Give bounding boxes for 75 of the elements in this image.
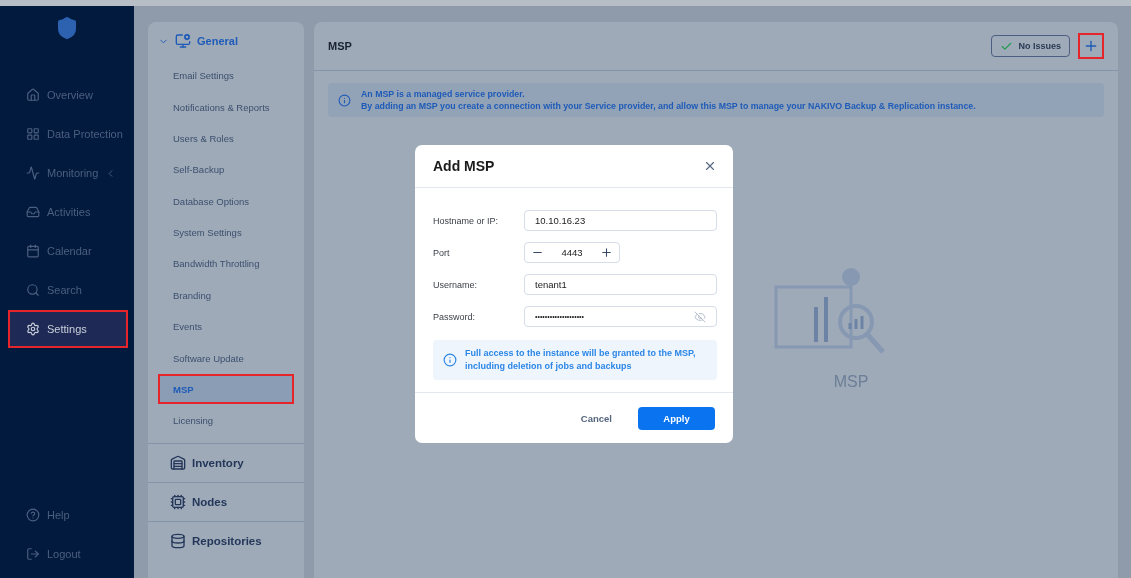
line-chart-icon: [26, 166, 40, 180]
sidebar-item[interactable]: Search: [10, 273, 126, 307]
logout-icon: [26, 547, 40, 561]
status-badge[interactable]: No Issues: [991, 35, 1070, 57]
nav-item[interactable]: Notifications & Reports: [160, 94, 292, 121]
plus-icon: [1083, 38, 1099, 54]
nav-item[interactable]: System Settings: [160, 219, 292, 246]
field-label: Password:: [433, 311, 477, 322]
sidebar-item[interactable]: Activities: [10, 195, 126, 229]
sidebar-item[interactable]: Calendar: [10, 234, 126, 268]
field-label: Hostname or IP:: [433, 215, 500, 226]
sidebar-item[interactable]: Data Protection: [10, 117, 126, 151]
sidebar-label: Calendar: [47, 245, 92, 257]
sidebar-item[interactable]: Overview: [10, 78, 126, 112]
grid-icon: [26, 127, 40, 141]
sidebar-label: Settings: [47, 323, 87, 335]
nav-section-header[interactable]: General: [148, 22, 304, 60]
nav-section-header[interactable]: Nodes: [148, 481, 304, 521]
port-stepper[interactable]: 4443: [524, 242, 620, 263]
section-label: Nodes: [192, 495, 228, 508]
close-icon: [703, 159, 717, 173]
sidebar-label: Monitoring: [47, 167, 99, 179]
info-text: An MSP is a managed service provider.: [361, 89, 526, 99]
monitor-gear-icon: [175, 33, 191, 49]
nav-section-header[interactable]: Inventory: [148, 442, 304, 482]
cancel-button[interactable]: Cancel: [574, 406, 618, 430]
nav-item[interactable]: Database Options: [160, 188, 292, 215]
building-icon: [170, 454, 186, 471]
sidebar-label: Search: [47, 284, 82, 296]
info-icon: [443, 353, 457, 367]
sidebar-item[interactable]: Settings: [10, 312, 126, 346]
sidebar-label: Activities: [47, 206, 91, 218]
calendar-icon: [26, 244, 40, 258]
notice-text: Full access to the instance will be granted to the MSP, including deletion of jobs and backups: [465, 347, 697, 373]
nav-item[interactable]: Users & Roles: [160, 125, 292, 152]
section-label: Repositories: [192, 534, 262, 547]
chip-icon: [170, 493, 186, 510]
sidebar-item[interactable]: Monitoring: [10, 156, 126, 190]
field-label: Port: [433, 247, 451, 258]
database-icon: [170, 532, 186, 549]
section-label: General: [197, 35, 238, 47]
input-field[interactable]: tenant1: [524, 274, 717, 295]
panel-title: MSP: [328, 40, 353, 52]
increment-button[interactable]: [600, 246, 613, 259]
nav-item[interactable]: Bandwidth Throttling: [160, 250, 292, 277]
sidebar-item[interactable]: Help: [10, 498, 126, 532]
stepper-value: 4443: [561, 247, 583, 258]
home-icon: [26, 88, 40, 102]
shield-logo-icon: [55, 16, 79, 40]
sidebar-label: Data Protection: [47, 128, 123, 140]
nav-item[interactable]: Events: [160, 313, 292, 340]
nav-item[interactable]: Self-Backup: [160, 156, 292, 183]
close-button[interactable]: [703, 159, 717, 173]
sidebar-item[interactable]: Logout: [10, 537, 126, 571]
field-label: Username:: [433, 279, 478, 290]
sidebar-label: Help: [47, 509, 70, 521]
info-icon: [338, 93, 351, 107]
inbox-icon: [26, 205, 40, 219]
sidebar-label: Overview: [47, 89, 93, 101]
plus-icon: [600, 246, 613, 259]
nav-item[interactable]: Licensing: [160, 407, 292, 434]
search-icon: [26, 283, 40, 297]
nav-item[interactable]: Software Update: [160, 345, 292, 372]
nav-section-header[interactable]: Repositories: [148, 520, 304, 560]
help-icon: [26, 508, 40, 522]
settings-icon: [26, 322, 40, 336]
nav-item[interactable]: Email Settings: [160, 62, 292, 89]
section-label: Inventory: [192, 456, 244, 469]
nav-item[interactable]: MSP: [160, 376, 292, 403]
input-field[interactable]: 10.10.16.23: [524, 210, 717, 231]
dialog-title: Add MSP: [433, 158, 496, 174]
apply-button[interactable]: Apply: [638, 406, 715, 430]
nav-item[interactable]: Branding: [160, 282, 292, 309]
info-text: By adding an MSP you create a connection with your Service provider, and allow this MSP to manage your NAKIVO Backup & Replication instance.: [361, 101, 976, 111]
sidebar-label: Logout: [47, 548, 81, 560]
